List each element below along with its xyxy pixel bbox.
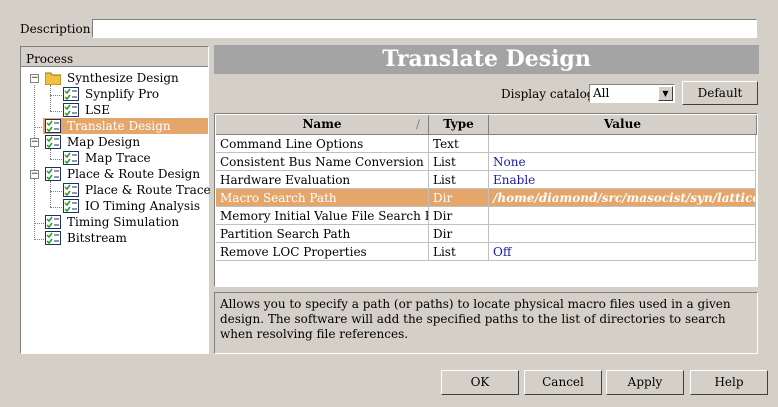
cell-type: List <box>429 171 489 189</box>
column-header-name[interactable]: Name ∕ <box>216 115 429 135</box>
checklist-icon <box>63 183 79 197</box>
process-panel: Process − − − Synthesize Design Synplify… <box>20 46 211 354</box>
cell-value[interactable] <box>489 225 756 243</box>
tree-line <box>50 111 62 112</box>
cell-type: List <box>429 243 489 261</box>
cell-type: List <box>429 153 489 171</box>
description-label: Description: <box>20 22 95 36</box>
cell-value[interactable]: None <box>489 153 756 171</box>
collapse-icon[interactable]: − <box>30 138 39 147</box>
table-row[interactable]: Remove LOC Properties List Off <box>216 243 756 261</box>
tree-line <box>34 239 44 240</box>
checklist-icon <box>63 103 79 117</box>
checklist-icon <box>45 119 61 133</box>
cell-value[interactable] <box>489 135 756 153</box>
cell-type: Dir <box>429 225 489 243</box>
cell-value[interactable]: Off <box>489 243 756 261</box>
cell-value[interactable] <box>489 207 756 225</box>
table-row-selected[interactable]: Macro Search Path Dir /home/diamond/src/… <box>216 189 756 207</box>
page-title: Translate Design <box>214 45 759 74</box>
column-header-value[interactable]: Value <box>489 115 757 135</box>
checklist-icon <box>45 167 61 181</box>
cell-name: Hardware Evaluation <box>216 171 429 189</box>
cell-type: Dir <box>429 207 489 225</box>
help-button[interactable]: Help <box>690 370 768 395</box>
tree-line <box>50 95 62 96</box>
cell-value[interactable]: Enable <box>489 171 756 189</box>
chevron-down-icon[interactable]: ▼ <box>658 86 673 101</box>
checklist-icon <box>45 215 61 229</box>
checklist-icon <box>63 87 79 101</box>
table-row[interactable]: Hardware Evaluation List Enable <box>216 171 756 189</box>
cell-name: Partition Search Path <box>216 225 429 243</box>
column-header-type[interactable]: Type <box>429 115 489 135</box>
collapse-icon[interactable]: − <box>30 170 39 179</box>
cell-type: Text <box>429 135 489 153</box>
checklist-icon <box>63 199 79 213</box>
apply-button[interactable]: Apply <box>606 370 684 395</box>
cell-name: Memory Initial Value File Search Path <box>216 207 429 225</box>
tree-line <box>50 207 62 208</box>
properties-table: Name ∕ Type Value Command Line Options T… <box>214 113 758 287</box>
tree-line <box>34 85 35 238</box>
tree-line <box>50 85 51 111</box>
tree-line <box>50 181 51 207</box>
tree-item-translate-design[interactable]: Translate Design <box>43 118 208 134</box>
table-row[interactable]: Consistent Bus Name Conversion List None <box>216 153 756 171</box>
table-row[interactable]: Command Line Options Text <box>216 135 756 153</box>
sort-icon: ∕ <box>415 117 420 131</box>
folder-icon <box>45 72 61 85</box>
collapse-icon[interactable]: − <box>30 74 39 83</box>
cancel-button[interactable]: Cancel <box>524 370 602 395</box>
table-row[interactable]: Partition Search Path Dir <box>216 225 756 243</box>
default-button[interactable]: Default <box>682 81 758 105</box>
cell-name: Remove LOC Properties <box>216 243 429 261</box>
checklist-icon <box>45 231 61 245</box>
checklist-icon <box>45 135 61 149</box>
cell-name: Command Line Options <box>216 135 429 153</box>
cell-name: Macro Search Path <box>216 189 429 207</box>
catalog-select-value: All <box>593 86 610 100</box>
tree-line <box>34 223 44 224</box>
cell-name: Consistent Bus Name Conversion <box>216 153 429 171</box>
table-row[interactable]: Memory Initial Value File Search Path Di… <box>216 207 756 225</box>
tree-line <box>50 191 62 192</box>
cell-type: Dir <box>429 189 489 207</box>
tree-line <box>50 159 62 160</box>
cell-value[interactable]: /home/diamond/src/masocist/syn/lattice/n… <box>489 189 756 207</box>
process-header: Process <box>21 47 208 67</box>
catalog-select[interactable]: All ▼ <box>589 84 675 103</box>
help-description: Allows you to specify a path (or paths) … <box>214 292 758 354</box>
ok-button[interactable]: OK <box>441 370 519 395</box>
checklist-icon <box>63 151 79 165</box>
description-input[interactable] <box>92 19 757 38</box>
tree-line <box>50 149 51 159</box>
catalog-label: Display catalog: <box>501 87 599 101</box>
